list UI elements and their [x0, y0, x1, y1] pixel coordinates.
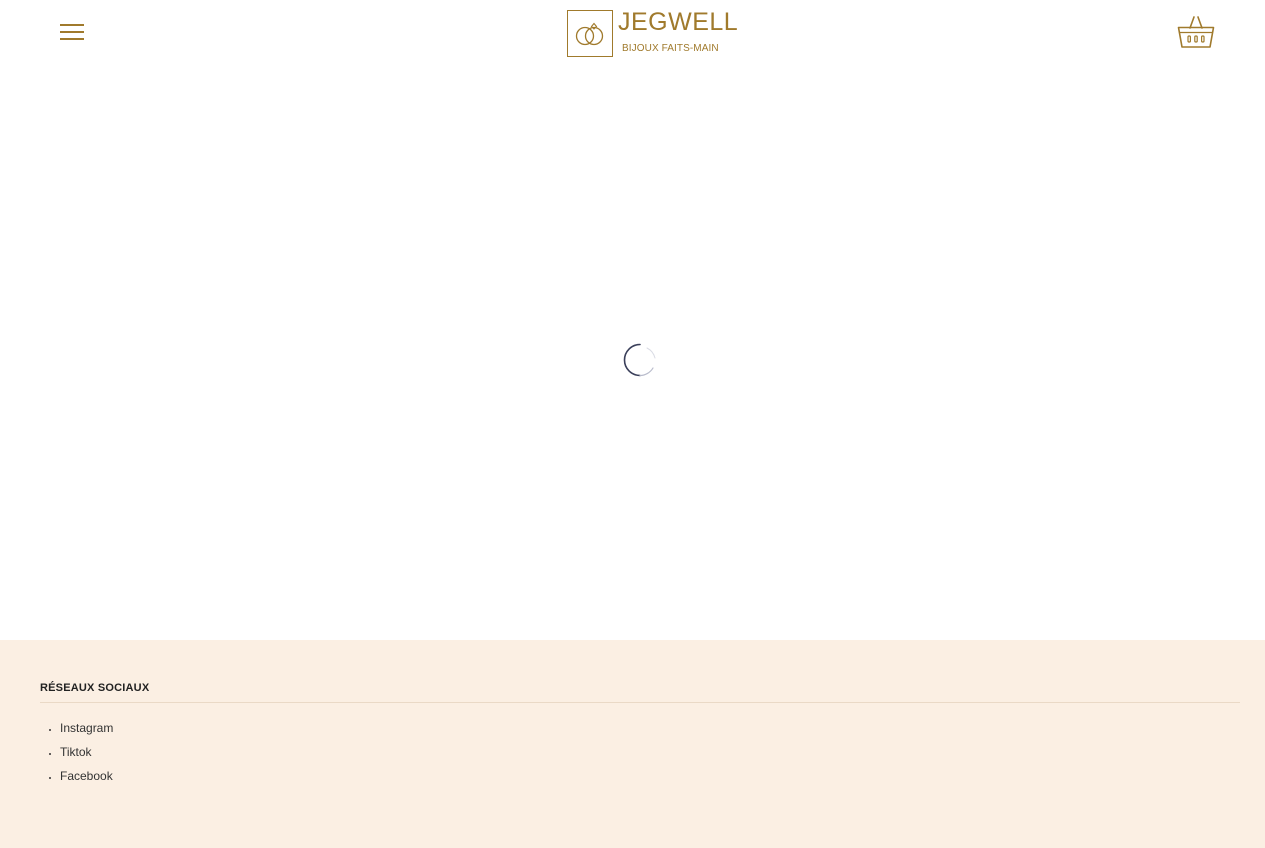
basket-icon — [1177, 16, 1215, 48]
menu-bar-top — [60, 24, 84, 26]
menu-bar-bottom — [60, 38, 84, 40]
logo-text: JEGWELL BIJOUX FAITS-MAIN — [618, 8, 739, 54]
facebook-link[interactable]: Facebook — [60, 769, 113, 783]
site-logo-link[interactable]: JEGWELL BIJOUX FAITS-MAIN — [567, 8, 739, 57]
site-header: JEGWELL BIJOUX FAITS-MAIN — [0, 0, 1265, 70]
instagram-link[interactable]: Instagram — [60, 721, 113, 735]
list-item: Tiktok — [60, 744, 113, 768]
list-item: Instagram — [60, 720, 113, 744]
social-heading: RÉSEAUX SOCIAUX — [40, 682, 1240, 703]
social-links-list: Instagram Tiktok Facebook — [60, 720, 113, 792]
list-item: Facebook — [60, 768, 113, 792]
brand-name: JEGWELL — [618, 8, 739, 36]
spinner-icon — [623, 343, 657, 377]
menu-bar-middle — [60, 31, 84, 33]
brand-tagline: BIJOUX FAITS-MAIN — [622, 43, 719, 54]
site-footer: RÉSEAUX SOCIAUX Instagram Tiktok Faceboo… — [0, 640, 1265, 848]
tiktok-link[interactable]: Tiktok — [60, 745, 92, 759]
menu-button[interactable] — [60, 24, 84, 42]
rings-icon — [567, 10, 613, 57]
cart-button[interactable] — [1176, 14, 1216, 50]
